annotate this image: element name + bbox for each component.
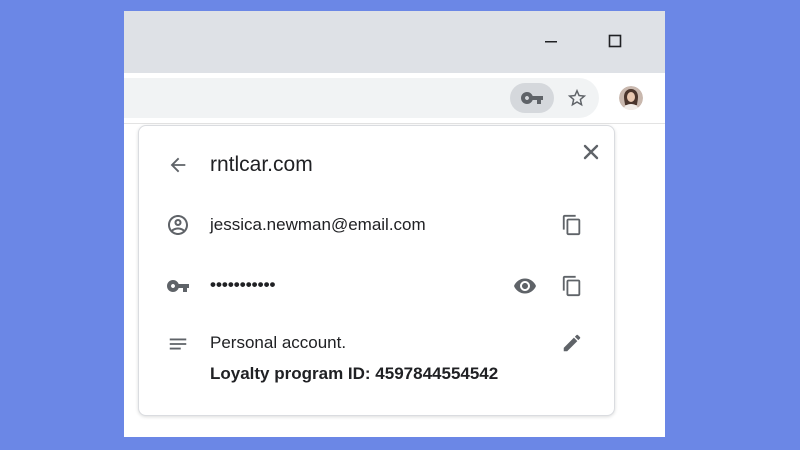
username-text: jessica.newman@email.com — [210, 215, 426, 234]
notes-icon — [165, 331, 191, 357]
arrow-back-icon[interactable] — [165, 152, 191, 178]
key-icon[interactable] — [510, 83, 554, 113]
eye-icon[interactable] — [510, 271, 540, 301]
address-bar[interactable] — [124, 78, 599, 118]
password-text: ••••••••••• — [210, 275, 276, 294]
pencil-icon[interactable] — [557, 328, 587, 358]
toolbar — [124, 73, 665, 124]
title-bar — [124, 11, 665, 73]
copy-username-icon[interactable] — [557, 210, 587, 240]
browser-window: rntlcar.com jessica.newman@email.com •••… — [124, 11, 665, 437]
minimize-icon[interactable] — [538, 28, 564, 54]
account-circle-icon — [165, 212, 191, 238]
note-line-1: Personal account. — [210, 333, 347, 352]
key-icon — [165, 273, 191, 299]
avatar[interactable] — [619, 86, 643, 110]
copy-password-icon[interactable] — [557, 271, 587, 301]
note-line-2: Loyalty program ID: 4597844554542 — [210, 364, 499, 383]
site-title: rntlcar.com — [210, 153, 313, 176]
close-icon[interactable] — [577, 138, 605, 166]
star-icon[interactable] — [562, 83, 592, 113]
maximize-icon[interactable] — [602, 28, 628, 54]
password-details-popup: rntlcar.com jessica.newman@email.com •••… — [138, 125, 615, 416]
